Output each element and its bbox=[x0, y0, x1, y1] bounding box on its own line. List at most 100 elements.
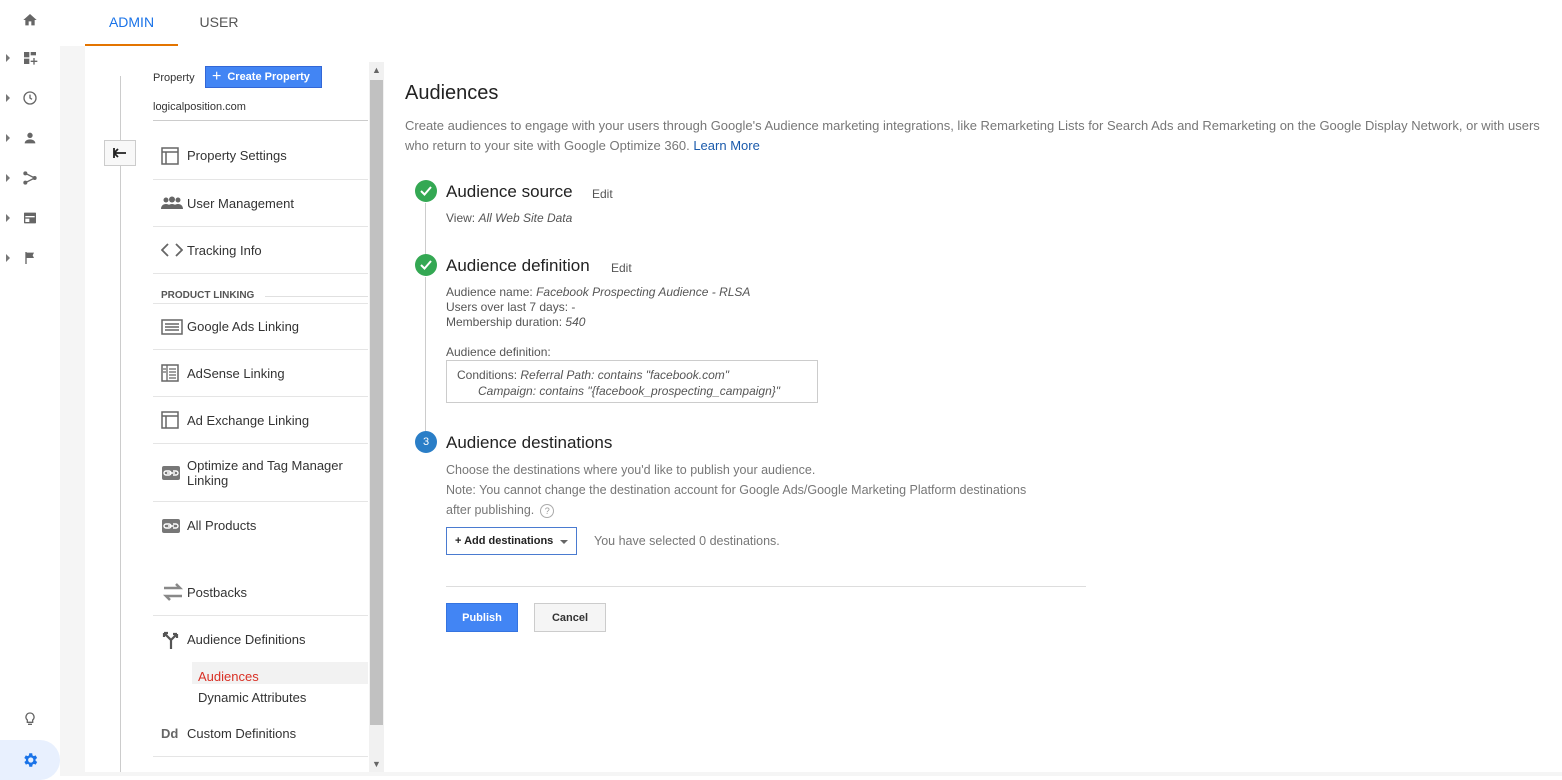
condition-1: Referral Path: contains "facebook.com" bbox=[520, 368, 730, 382]
postbacks-icon bbox=[153, 582, 187, 602]
custom-definitions-icon: Dd bbox=[161, 725, 179, 741]
ad-exchange-icon bbox=[153, 411, 187, 429]
conditions-box: Conditions: Referral Path: contains "fac… bbox=[446, 360, 818, 403]
tab-user[interactable]: USER bbox=[192, 0, 246, 46]
learn-more-link[interactable]: Learn More bbox=[693, 138, 759, 153]
realtime-icon[interactable] bbox=[0, 78, 60, 118]
nav-label: Ad Exchange Linking bbox=[187, 412, 310, 428]
users-group-icon bbox=[153, 196, 187, 210]
page-title: Audiences bbox=[405, 82, 499, 104]
sub-item-dynamic-attributes[interactable]: Dynamic Attributes bbox=[198, 690, 306, 705]
scroll-up-icon[interactable]: ▲ bbox=[369, 62, 384, 78]
acquisition-icon[interactable] bbox=[0, 158, 60, 198]
nav-postbacks[interactable]: Postbacks bbox=[153, 569, 368, 616]
nav-google-ads-linking[interactable]: Google Ads Linking bbox=[153, 303, 368, 350]
conversions-icon[interactable] bbox=[0, 238, 60, 278]
nav-adsense-linking[interactable]: AdSense Linking bbox=[153, 350, 368, 397]
view-label: View: bbox=[446, 211, 476, 225]
definition-label: Audience definition: bbox=[446, 345, 551, 359]
discover-icon[interactable] bbox=[0, 699, 60, 739]
step-connector bbox=[425, 277, 426, 435]
publish-button[interactable]: Publish bbox=[446, 603, 518, 632]
destinations-note: Note: You cannot change the destination … bbox=[446, 480, 1026, 520]
cancel-button[interactable]: Cancel bbox=[534, 603, 606, 632]
property-label: Property bbox=[153, 72, 195, 84]
back-arrow-icon bbox=[113, 148, 126, 158]
nav-label: All Products bbox=[187, 518, 257, 533]
step-audience-source-title: Audience source bbox=[446, 182, 573, 201]
help-icon[interactable]: ? bbox=[540, 503, 555, 518]
step-audience-destinations-title: Audience destinations bbox=[446, 433, 613, 452]
top-tab-bar: ADMIN USER bbox=[60, 0, 1562, 46]
step-number-badge: 3 bbox=[415, 431, 437, 453]
edit-source-link[interactable]: Edit bbox=[592, 187, 613, 201]
description-text: Create audiences to engage with your use… bbox=[405, 118, 1540, 153]
divider bbox=[446, 586, 1086, 587]
nav-label: AdSense Linking bbox=[187, 365, 285, 381]
behavior-icon[interactable] bbox=[0, 198, 60, 238]
code-brackets-icon bbox=[153, 243, 187, 257]
note-line-2: after publishing. bbox=[446, 503, 535, 517]
nav-label: Postbacks bbox=[187, 584, 247, 600]
nav-user-management[interactable]: User Management bbox=[153, 180, 368, 227]
selected-count: You have selected 0 destinations. bbox=[594, 534, 780, 548]
nav-ad-exchange-linking[interactable]: Ad Exchange Linking bbox=[153, 397, 368, 444]
create-property-button[interactable]: + Create Property bbox=[205, 66, 322, 88]
nav-all-products[interactable]: All Products bbox=[153, 502, 368, 549]
step-audience-definition-title: Audience definition bbox=[446, 256, 590, 275]
audience-definitions-icon bbox=[153, 630, 187, 650]
admin-card: Property + Create Property logicalpositi… bbox=[85, 46, 1562, 772]
nav-optimize-tag-manager-linking[interactable]: Optimize and Tag Manager Linking bbox=[153, 444, 368, 502]
create-property-label: Create Property bbox=[227, 71, 310, 83]
tree-line bbox=[120, 76, 121, 772]
nav-label: User Management bbox=[187, 195, 294, 211]
conditions-label: Conditions: bbox=[457, 368, 518, 382]
nav-label: Audience Definitions bbox=[187, 632, 306, 647]
audience-editor: Audiences Create audiences to engage wit… bbox=[405, 46, 1562, 772]
admin-gear-icon[interactable] bbox=[0, 740, 60, 780]
duration-label: Membership duration: bbox=[446, 315, 563, 329]
duration-value: 540 bbox=[565, 315, 586, 329]
property-settings-icon bbox=[153, 146, 187, 165]
adsense-icon bbox=[153, 364, 187, 382]
users-value: - bbox=[571, 300, 576, 314]
tab-admin[interactable]: ADMIN bbox=[85, 0, 178, 46]
section-divider bbox=[265, 296, 368, 297]
name-value: Facebook Prospecting Audience - RLSA bbox=[536, 285, 751, 299]
nav-label: Tracking Info bbox=[187, 242, 262, 258]
edit-definition-link[interactable]: Edit bbox=[611, 261, 632, 275]
property-selector[interactable]: logicalposition.com bbox=[153, 101, 246, 113]
product-linking-heading: PRODUCT LINKING bbox=[161, 290, 255, 301]
nav-label: Optimize and Tag Manager Linking bbox=[187, 458, 343, 488]
nav-label: Google Ads Linking bbox=[187, 319, 300, 334]
audience-icon[interactable] bbox=[0, 118, 60, 158]
add-destinations-dropdown[interactable]: + Add destinations bbox=[446, 527, 577, 555]
nav-audience-definitions[interactable]: Audience Definitions bbox=[153, 616, 368, 663]
check-icon bbox=[415, 180, 437, 202]
nav-label: Custom Definitions bbox=[187, 725, 297, 741]
condition-2: Campaign: contains "{facebook_prospectin… bbox=[478, 384, 781, 398]
google-ads-icon bbox=[153, 318, 187, 335]
source-view: View: All Web Site Data bbox=[446, 211, 572, 226]
nav-property-settings[interactable]: Property Settings bbox=[153, 132, 368, 180]
sub-item-audiences[interactable]: Audiences bbox=[198, 669, 259, 684]
property-underline bbox=[153, 120, 368, 121]
nav-label-line-2: Linking bbox=[187, 472, 229, 488]
destinations-instruction: Choose the destinations where you'd like… bbox=[446, 463, 816, 477]
view-value: All Web Site Data bbox=[478, 211, 573, 225]
plus-icon: + bbox=[212, 68, 222, 85]
nav-custom-definitions[interactable]: Dd Custom Definitions bbox=[153, 710, 368, 757]
definition-summary: Audience name: Facebook Prospecting Audi… bbox=[446, 285, 750, 330]
scroll-down-icon[interactable]: ▼ bbox=[369, 756, 384, 772]
users-label: Users over last 7 days: bbox=[446, 300, 569, 314]
link-icon bbox=[153, 518, 187, 534]
check-icon bbox=[415, 254, 437, 276]
left-rail bbox=[0, 0, 60, 780]
nav-scrollbar-thumb[interactable] bbox=[370, 80, 383, 725]
customization-icon[interactable] bbox=[0, 38, 60, 78]
nav-tracking-info[interactable]: Tracking Info bbox=[153, 227, 368, 274]
link-icon bbox=[153, 465, 187, 481]
back-arrow-button[interactable] bbox=[104, 140, 136, 166]
home-icon[interactable] bbox=[0, 0, 60, 40]
add-destinations-label: + Add destinations bbox=[455, 535, 554, 547]
